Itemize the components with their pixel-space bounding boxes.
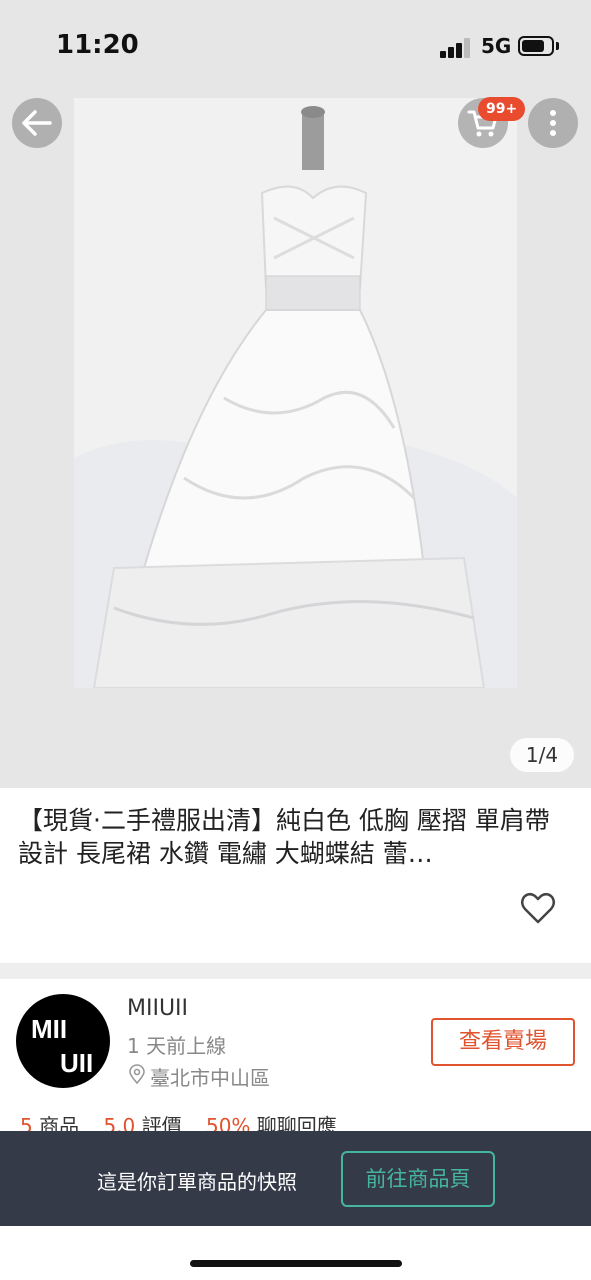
heart-outline-icon — [521, 893, 555, 924]
battery-icon — [518, 36, 554, 56]
home-indicator[interactable] — [190, 1260, 402, 1267]
back-button[interactable] — [12, 98, 62, 148]
product-photo[interactable] — [74, 98, 517, 689]
avatar-text-line1: MII — [31, 1014, 68, 1044]
avatar-text-line2: UII — [60, 1048, 94, 1078]
network-type: 5G — [481, 34, 512, 58]
shop-last-online: 1 天前上線 — [127, 1034, 227, 1058]
arrow-left-icon — [22, 110, 52, 136]
more-vertical-icon — [550, 110, 556, 136]
status-time: 11:20 — [56, 30, 139, 60]
product-image-gallery[interactable] — [0, 98, 591, 788]
more-options-button[interactable] — [528, 98, 578, 148]
image-page-indicator: 1/4 — [510, 738, 574, 772]
cart-count-badge: 99+ — [478, 97, 526, 121]
product-title: 【現貨‧二手禮服出清】純白色 低胸 壓摺 單肩帶設計 長尾裙 水鑽 電繡 大蝴蝶… — [18, 806, 550, 868]
snapshot-notice-bar: 這是你訂單商品的快照 前往商品頁 — [0, 1131, 591, 1226]
battery-tip — [556, 42, 559, 50]
location-pin-icon — [129, 1064, 145, 1084]
home-indicator-area — [0, 1226, 591, 1280]
snapshot-notice-text: 這是你訂單商品的快照 — [97, 1170, 297, 1194]
shop-avatar[interactable]: MII UII — [16, 994, 110, 1088]
shop-location: 臺北市中山區 — [150, 1066, 270, 1090]
section-divider — [0, 963, 591, 979]
wedding-dress-image — [74, 98, 517, 689]
signal-icon — [440, 36, 474, 58]
visit-shop-button[interactable]: 查看賣場 — [431, 1018, 575, 1066]
go-to-product-button[interactable]: 前往商品頁 — [341, 1151, 495, 1207]
favorite-button[interactable] — [518, 888, 558, 928]
status-bar: 11:20 5G — [0, 0, 591, 98]
shop-name[interactable]: MIIUII — [127, 996, 188, 1021]
